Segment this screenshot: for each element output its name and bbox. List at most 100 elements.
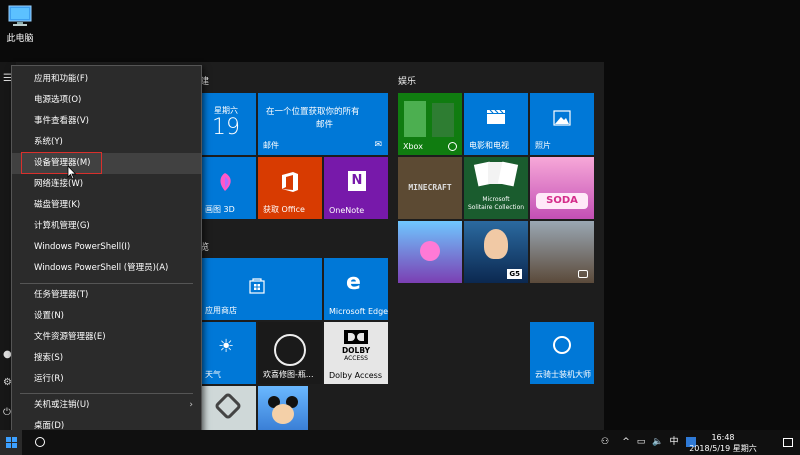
office-icon	[282, 172, 298, 192]
solitaire-tile[interactable]: Microsoft Solitaire Collection	[464, 157, 528, 219]
store-tile[interactable]: 应用商店	[200, 258, 322, 320]
menu-item-power-options[interactable]: 电源选项(O)	[12, 90, 201, 111]
photo-app-tile[interactable]: 欢喜修图-瓶...	[258, 322, 322, 384]
gamepad-icon	[578, 270, 588, 278]
app-tile-bottom-1[interactable]	[200, 386, 256, 430]
store-label: 应用商店	[205, 306, 237, 315]
mail-tile-label: 邮件	[263, 141, 279, 150]
volume-icon[interactable]: 🔈	[650, 430, 666, 455]
photos-label: 照片	[535, 141, 551, 150]
edge-icon: e	[346, 270, 361, 295]
menu-item-computer-management[interactable]: 计算机管理(G)	[12, 216, 201, 237]
weather-tile[interactable]: ☀ 天气	[200, 322, 256, 384]
xbox-logo-icon	[448, 142, 457, 151]
candy-crush-soda-tile[interactable]: SODA	[530, 157, 594, 219]
mickey-game-tile[interactable]	[258, 386, 308, 430]
menu-item-disk-management[interactable]: 磁盘管理(K)	[12, 195, 201, 216]
game-character-icon	[484, 229, 508, 259]
people-icon[interactable]: ⚇	[598, 430, 612, 455]
menu-item-search[interactable]: 搜索(S)	[12, 348, 201, 369]
photo-app-label: 欢喜修图-瓶...	[263, 370, 314, 379]
minecraft-logo-text: MINECRAFT	[408, 183, 452, 192]
calendar-tile[interactable]: 星期六 19	[200, 93, 256, 155]
solitaire-label-1: Microsoft	[482, 196, 510, 203]
menu-separator	[20, 283, 193, 284]
submenu-chevron-right-icon: ›	[189, 400, 193, 410]
xbox-character-icon	[404, 101, 426, 137]
movies-tv-tile[interactable]: 电影和电视	[464, 93, 528, 155]
get-office-tile[interactable]: 获取 Office	[258, 157, 322, 219]
menu-item-apps-features[interactable]: 应用和功能(F)	[12, 69, 201, 90]
get-office-label: 获取 Office	[263, 205, 305, 214]
menu-item-powershell-admin[interactable]: Windows PowerShell (管理员)(A)	[12, 258, 201, 279]
menu-item-network-connections[interactable]: 网络连接(W)	[12, 174, 201, 195]
dolby-logo-subtext: ACCESS	[344, 355, 368, 362]
action-center-notification-icon[interactable]	[780, 430, 796, 455]
cortana-search-button[interactable]	[30, 430, 50, 455]
menu-separator	[20, 393, 193, 394]
mail-envelope-icon: ✉	[374, 140, 382, 150]
clock-time: 16:48	[711, 433, 735, 442]
minecraft-tile[interactable]: MINECRAFT	[398, 157, 462, 219]
g5-game-tile[interactable]: G5	[464, 221, 528, 283]
mouse-cursor-icon	[67, 165, 77, 180]
clock-date: 2018/5/19 星期六	[689, 444, 757, 453]
dolby-logo-text: DOLBY	[341, 346, 371, 355]
clapperboard-icon	[487, 109, 505, 124]
dolby-access-label: Dolby Access	[329, 371, 383, 380]
game-bubble-icon	[420, 241, 440, 261]
menu-item-shutdown-signout[interactable]: 关机或注销(U) ›	[12, 395, 201, 416]
calendar-day: 19	[212, 115, 240, 140]
winx-context-menu: 应用和功能(F) 电源选项(O) 事件查看器(V) 系统(Y) 设备管理器(M)…	[11, 65, 202, 442]
edge-label: Microsoft Edge	[329, 307, 388, 316]
photos-tile[interactable]: 照片	[530, 93, 594, 155]
yunqishi-tile[interactable]: 云骑士装机大师	[530, 322, 594, 384]
menu-item-device-manager[interactable]: 设备管理器(M)	[12, 153, 201, 174]
mail-tile[interactable]: 在一个位置获取你的所有 邮件 邮件 ✉	[258, 93, 388, 155]
menu-item-file-explorer[interactable]: 文件资源管理器(E)	[12, 327, 201, 348]
app-logo-icon	[213, 391, 243, 421]
taskbar: ⚇ ^ ▭ 🔈 中 16:48 2018/5/19 星期六	[0, 430, 800, 455]
bubble-witch-tile[interactable]	[398, 221, 462, 283]
menu-item-run[interactable]: 运行(R)	[12, 369, 201, 390]
taskbar-clock[interactable]: 16:48 2018/5/19 星期六	[668, 432, 778, 454]
start-button[interactable]	[0, 430, 22, 455]
this-pc-label: 此电脑	[6, 34, 34, 44]
this-pc-desktop-icon[interactable]: 此电脑	[2, 4, 38, 44]
onenote-label: OneNote	[329, 206, 365, 215]
loading-ring-icon	[274, 334, 306, 366]
menu-item-settings[interactable]: 设置(N)	[12, 306, 201, 327]
menu-item-system[interactable]: 系统(Y)	[12, 132, 201, 153]
menu-item-task-manager[interactable]: 任务管理器(T)	[12, 285, 201, 306]
computer-icon	[8, 5, 32, 26]
paint3d-tile[interactable]: 画图 3D	[200, 157, 256, 219]
show-hidden-icons-chevron-up-icon[interactable]: ^	[620, 430, 632, 455]
xbox-label: Xbox	[403, 142, 423, 151]
soda-logo-text: SODA	[536, 193, 588, 209]
dolby-access-tile[interactable]: DOLBY ACCESS Dolby Access	[324, 322, 388, 384]
paint3d-label: 画图 3D	[205, 205, 235, 214]
solitaire-label-2: Solitaire Collection	[467, 204, 525, 211]
weather-label: 天气	[205, 370, 221, 379]
g5-logo-text: G5	[507, 269, 522, 279]
menu-item-powershell[interactable]: Windows PowerShell(I)	[12, 237, 201, 258]
edge-tile[interactable]: e Microsoft Edge	[324, 258, 388, 320]
menu-item-shutdown-label: 关机或注销(U)	[34, 400, 90, 410]
tile-group-label-entertainment: 娱乐	[398, 77, 417, 87]
yunqishi-logo-icon	[553, 336, 571, 354]
xbox-tile[interactable]: Xbox	[398, 93, 462, 155]
store-bag-icon	[249, 278, 265, 294]
photo-icon	[553, 110, 571, 126]
windows-logo-icon	[5, 437, 17, 448]
movies-tv-label: 电影和电视	[469, 141, 509, 150]
dolby-logo-icon	[344, 330, 368, 344]
menu-item-event-viewer[interactable]: 事件查看器(V)	[12, 111, 201, 132]
onenote-tile[interactable]: N OneNote	[324, 157, 388, 219]
yunqishi-label: 云骑士装机大师	[535, 370, 591, 379]
strategy-game-tile[interactable]	[530, 221, 594, 283]
onenote-icon: N	[348, 171, 366, 191]
paint3d-icon	[220, 173, 231, 191]
cortana-circle-icon	[35, 437, 45, 447]
mail-tile-text-2: 邮件	[316, 120, 334, 130]
network-icon[interactable]: ▭	[634, 430, 648, 455]
